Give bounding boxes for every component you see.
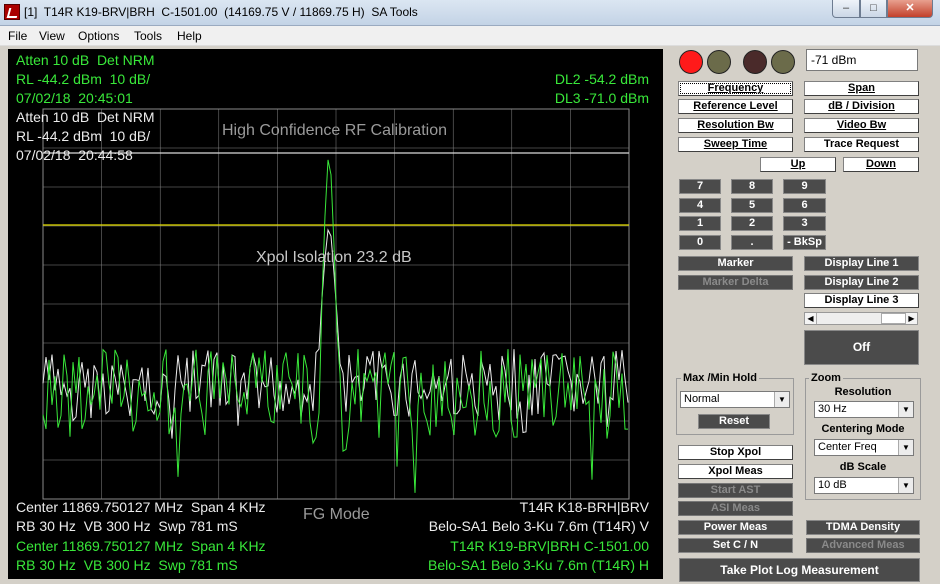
- keypad-2[interactable]: 2: [731, 216, 773, 231]
- maxmin-hold-value: Normal: [684, 393, 720, 405]
- keypad-7[interactable]: 7: [679, 179, 721, 194]
- video-bw-button[interactable]: Video Bw: [804, 118, 919, 133]
- keypad-backspace[interactable]: - BkSp: [783, 235, 826, 250]
- resolution-bw-button[interactable]: Resolution Bw: [678, 118, 793, 133]
- green-ref-level-label: RL -44.2 dBm 10 dB/: [16, 71, 151, 87]
- db-scale-label: dB Scale: [839, 461, 887, 473]
- chevron-down-icon[interactable]: ▼: [774, 392, 789, 407]
- menu-bar: File View Options Tools Help: [0, 26, 940, 46]
- maxmin-hold-label: Max /Min Hold: [681, 372, 759, 384]
- white-ref-level-label: RL -44.2 dBm 10 dB/: [16, 128, 151, 144]
- stop-xpol-button[interactable]: Stop Xpol: [678, 445, 793, 460]
- trace-request-button[interactable]: Trace Request: [804, 137, 919, 152]
- display-line-3-readout: DL3 -71.0 dBm: [554, 90, 649, 106]
- take-plot-log-button[interactable]: Take Plot Log Measurement: [679, 558, 920, 582]
- level-readout: -71 dBm: [806, 49, 918, 71]
- keypad-3[interactable]: 3: [783, 216, 826, 231]
- status-led-olive-2: [771, 50, 795, 74]
- span-button[interactable]: Span: [804, 81, 919, 96]
- keypad-decimal[interactable]: .: [731, 235, 773, 250]
- green-carrier-id: T14R K19-BRV|BRH C-1501.00: [450, 538, 649, 554]
- start-ast-button[interactable]: Start AST: [678, 483, 793, 498]
- menu-options[interactable]: Options: [78, 29, 119, 43]
- status-led-olive: [707, 50, 731, 74]
- keypad-8[interactable]: 8: [731, 179, 773, 194]
- advanced-meas-button[interactable]: Advanced Meas: [806, 538, 920, 553]
- frequency-button[interactable]: Frequency: [678, 81, 793, 96]
- white-carrier-id: T14R K18-BRH|BRV: [519, 499, 649, 515]
- keypad-1[interactable]: 1: [679, 216, 721, 231]
- up-button[interactable]: Up: [760, 157, 836, 172]
- xpol-isolation-label: Xpol Isolation 23.2 dB: [256, 249, 412, 266]
- green-center-span: Center 11869.750127 MHz Span 4 KHz: [16, 538, 266, 554]
- centering-mode-select[interactable]: Center Freq ▼: [814, 439, 914, 456]
- display-line-2-readout: DL2 -54.2 dBm: [554, 71, 649, 87]
- keypad-5[interactable]: 5: [731, 198, 773, 213]
- zoom-label: Zoom: [809, 372, 843, 384]
- slider-right-arrow-icon[interactable]: ▶: [905, 313, 917, 324]
- status-led-red: [679, 50, 703, 74]
- display-line-1-button[interactable]: Display Line 1: [804, 256, 919, 271]
- tdma-density-button[interactable]: TDMA Density: [806, 520, 920, 535]
- resolution-value: 30 Hz: [818, 403, 847, 415]
- chevron-down-icon[interactable]: ▼: [898, 402, 913, 417]
- plot-title: High Confidence RF Calibration: [222, 122, 447, 139]
- app-icon: [4, 4, 20, 20]
- close-button[interactable]: ✕: [887, 0, 933, 18]
- green-atten-label: Atten 10 dB Det NRM: [16, 52, 155, 68]
- slider-thumb[interactable]: [881, 313, 907, 324]
- minimize-button[interactable]: –: [832, 0, 860, 18]
- maxmin-hold-select[interactable]: Normal ▼: [680, 391, 790, 408]
- keypad-0[interactable]: 0: [679, 235, 721, 250]
- reference-level-button[interactable]: Reference Level: [678, 99, 793, 114]
- white-timestamp: 07/02/18 20:44:58: [16, 147, 133, 163]
- chevron-down-icon[interactable]: ▼: [898, 440, 913, 455]
- centering-mode-value: Center Freq: [818, 441, 877, 453]
- green-timestamp: 07/02/18 20:45:01: [16, 90, 133, 106]
- marker-button[interactable]: Marker: [678, 256, 793, 271]
- fg-mode-label: FG Mode: [303, 506, 370, 523]
- db-scale-select[interactable]: 10 dB ▼: [814, 477, 914, 494]
- down-button[interactable]: Down: [843, 157, 919, 172]
- power-meas-button[interactable]: Power Meas: [678, 520, 793, 535]
- slider-left-arrow-icon[interactable]: ◀: [805, 313, 817, 324]
- keypad-4[interactable]: 4: [679, 198, 721, 213]
- keypad-6[interactable]: 6: [783, 198, 826, 213]
- chevron-down-icon[interactable]: ▼: [898, 478, 913, 493]
- off-button[interactable]: Off: [804, 330, 919, 365]
- spectrum-display: Atten 10 dB Det NRM RL -44.2 dBm 10 dB/ …: [8, 49, 663, 579]
- display-line-slider[interactable]: ◀ ▶: [804, 312, 918, 325]
- asi-meas-button[interactable]: ASI Meas: [678, 501, 793, 516]
- display-line-3-button[interactable]: Display Line 3: [804, 293, 919, 308]
- display-line-2-button[interactable]: Display Line 2: [804, 275, 919, 290]
- menu-help[interactable]: Help: [177, 29, 202, 43]
- green-trace: [42, 159, 628, 493]
- keypad-9[interactable]: 9: [783, 179, 826, 194]
- menu-view[interactable]: View: [39, 29, 65, 43]
- title-bar: [1] T14R K19-BRV|BRH C-1501.00 (14169.75…: [0, 0, 940, 26]
- status-led-maroon: [743, 50, 767, 74]
- maximize-button[interactable]: □: [860, 0, 887, 18]
- marker-delta-button[interactable]: Marker Delta: [678, 275, 793, 290]
- resolution-label: Resolution: [834, 386, 892, 398]
- white-rbw-vbw: RB 30 Hz VB 300 Hz Swp 781 mS: [16, 518, 238, 534]
- menu-tools[interactable]: Tools: [134, 29, 162, 43]
- green-rbw-vbw: RB 30 Hz VB 300 Hz Swp 781 mS: [16, 557, 238, 573]
- green-site-info: Belo-SA1 Belo 3-Ku 7.6m (T14R) H: [428, 557, 649, 573]
- window-title: [1] T14R K19-BRV|BRH C-1501.00 (14169.75…: [24, 5, 418, 19]
- db-scale-value: 10 dB: [818, 479, 847, 491]
- set-cn-button[interactable]: Set C / N: [678, 538, 793, 553]
- xpol-meas-button[interactable]: Xpol Meas: [678, 464, 793, 479]
- reset-button[interactable]: Reset: [698, 414, 770, 429]
- db-division-button[interactable]: dB / Division: [804, 99, 919, 114]
- centering-mode-label: Centering Mode: [821, 423, 905, 435]
- white-center-span: Center 11869.750127 MHz Span 4 KHz: [16, 499, 266, 515]
- menu-file[interactable]: File: [8, 29, 27, 43]
- resolution-select[interactable]: 30 Hz ▼: [814, 401, 914, 418]
- white-site-info: Belo-SA1 Belo 3-Ku 7.6m (T14R) V: [428, 518, 649, 534]
- sweep-time-button[interactable]: Sweep Time: [678, 137, 793, 152]
- white-atten-label: Atten 10 dB Det NRM: [16, 109, 155, 125]
